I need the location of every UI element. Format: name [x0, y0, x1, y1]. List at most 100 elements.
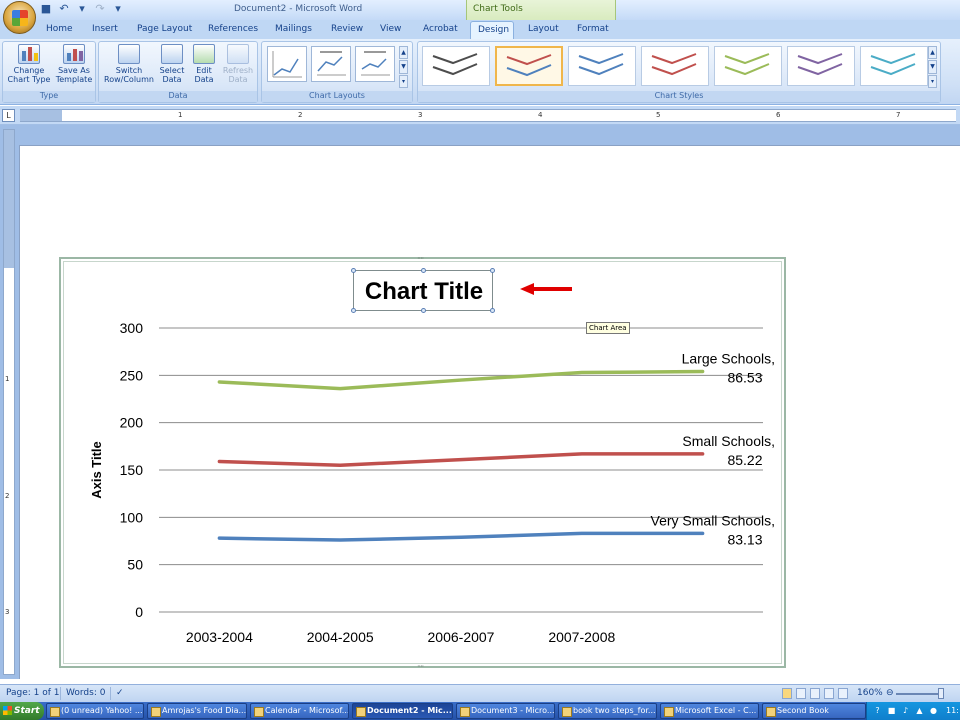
title-handle[interactable] [351, 268, 356, 273]
chart-style-5-thumb[interactable] [714, 46, 782, 86]
taskbar-item[interactable]: Microsoft Excel - C... [660, 703, 759, 719]
select-data-label-1: Select [159, 66, 185, 75]
y-tick-label: 200 [120, 415, 144, 431]
title-handle[interactable] [490, 268, 495, 273]
chart-style-6-thumb[interactable] [787, 46, 855, 86]
title-handle[interactable] [421, 268, 426, 273]
edit-data-button[interactable]: Edit Data [189, 44, 219, 84]
group-data-label: Data [99, 91, 257, 102]
title-handle[interactable] [351, 308, 356, 313]
taskbar-item[interactable]: Document2 - Mic... [352, 703, 453, 719]
start-button[interactable]: Start [0, 702, 44, 720]
quick-access-toolbar: ■ ↶ ▾ ↷ ▾ [40, 3, 124, 15]
security-tray-icon[interactable]: ▲ [915, 706, 924, 715]
chart-tools-label: Chart Tools [473, 4, 523, 14]
styles-scroll-up-icon[interactable]: ▲ [928, 46, 937, 60]
x-tick-label: 2007-2008 [548, 629, 615, 645]
styles-more-icon[interactable]: ▾ [928, 74, 937, 88]
chart-layouts-scroll[interactable]: ▲ ▼ ▾ [399, 46, 408, 88]
taskbar-item[interactable]: Document3 - Micro... [456, 703, 555, 719]
title-handle[interactable] [421, 308, 426, 313]
chart-layout-2-thumb[interactable] [311, 46, 351, 82]
undo-dropdown-icon[interactable]: ▾ [76, 3, 88, 15]
taskbar-item[interactable]: Calendar - Microsof... [250, 703, 349, 719]
red-arrow-annotation [520, 283, 572, 295]
outline-view-icon[interactable] [824, 688, 834, 699]
status-separator [110, 687, 111, 700]
taskbar-item[interactable]: Amrojas's Food Dia... [147, 703, 247, 719]
volume-tray-icon[interactable]: ♪ [901, 706, 910, 715]
taskbar-item[interactable]: Second Book [762, 703, 866, 719]
tab-format[interactable]: Format [577, 24, 609, 34]
scroll-down-icon[interactable]: ▼ [399, 60, 408, 74]
series-line [217, 452, 705, 468]
tab-layout[interactable]: Layout [528, 24, 559, 34]
customize-qat-icon[interactable]: ▾ [112, 3, 124, 15]
vertical-ruler[interactable]: 1 2 3 [3, 129, 15, 675]
scroll-up-icon[interactable]: ▲ [399, 46, 408, 60]
group-type-label: Type [3, 91, 95, 102]
title-handle[interactable] [490, 308, 495, 313]
tab-insert[interactable]: Insert [92, 24, 118, 34]
chart-style-2-thumb[interactable] [495, 46, 563, 86]
chart-title[interactable]: Chart Title [354, 271, 494, 312]
chart-style-7-thumb[interactable] [860, 46, 928, 86]
save-template-icon [63, 44, 85, 64]
chart-style-1-thumb[interactable] [422, 46, 490, 86]
horizontal-ruler[interactable]: 1 2 3 4 5 6 7 [20, 109, 956, 122]
series-line [217, 531, 705, 542]
tab-home[interactable]: Home [46, 24, 73, 34]
page-count[interactable]: Page: 1 of 1 [6, 688, 60, 698]
zoom-out-icon[interactable]: ⊖ [886, 688, 894, 698]
network-tray-icon[interactable]: ■ [887, 706, 896, 715]
switch-row-column-icon [118, 44, 140, 64]
line-chart[interactable]: 0 50 100 150 200 250 300 2003-2004 2004-2005 2006… [59, 257, 786, 668]
taskbar-item[interactable]: book two steps_for... [558, 703, 657, 719]
styles-scroll-down-icon[interactable]: ▼ [928, 60, 937, 74]
zoom-slider[interactable] [896, 693, 940, 695]
chart-styles-scroll[interactable]: ▲ ▼ ▾ [928, 46, 937, 88]
select-data-button[interactable]: Select Data [157, 44, 187, 84]
draft-view-icon[interactable] [838, 688, 848, 699]
word-count[interactable]: Words: 0 [66, 688, 105, 698]
data-label: 83.13 [727, 531, 762, 547]
save-icon[interactable]: ■ [40, 3, 52, 15]
ruler-num: 5 [656, 111, 661, 119]
status-separator [60, 687, 61, 700]
refresh-data-button[interactable]: Refresh Data [221, 44, 255, 84]
office-button[interactable] [3, 1, 36, 34]
change-chart-type-button[interactable]: Change Chart Type [7, 44, 51, 84]
taskbar-item[interactable]: (0 unread) Yahoo! ... [46, 703, 144, 719]
chart-title-box[interactable]: Chart Title [351, 268, 495, 313]
tab-review[interactable]: Review [331, 24, 363, 34]
tab-mailings[interactable]: Mailings [275, 24, 312, 34]
proofing-icon[interactable]: ✓ [116, 688, 124, 698]
help-tray-icon[interactable]: ? [873, 706, 882, 715]
zoom-level[interactable]: 160% [857, 688, 883, 698]
redo-icon[interactable]: ↷ [94, 3, 106, 15]
tab-selector-icon[interactable]: L [2, 109, 15, 122]
chart-layout-1-thumb[interactable] [267, 46, 307, 82]
switch-row-column-button[interactable]: Switch Row/Column [101, 44, 157, 84]
tab-references[interactable]: References [208, 24, 258, 34]
tab-page-layout[interactable]: Page Layout [137, 24, 192, 34]
web-layout-view-icon[interactable] [810, 688, 820, 699]
y-tick-label: 150 [120, 462, 144, 478]
zoom-slider-thumb[interactable] [938, 688, 944, 699]
chart-style-5-icon [724, 53, 770, 76]
chart-style-3-thumb[interactable] [568, 46, 636, 86]
full-screen-reading-view-icon[interactable] [796, 688, 806, 699]
undo-icon[interactable]: ↶ [58, 3, 70, 15]
tab-acrobat[interactable]: Acrobat [423, 24, 458, 34]
tab-view[interactable]: View [380, 24, 401, 34]
chart-style-4-thumb[interactable] [641, 46, 709, 86]
tab-design-label: Design [478, 25, 510, 35]
print-layout-view-icon[interactable] [782, 688, 792, 699]
update-tray-icon[interactable]: ● [929, 706, 938, 715]
vruler-num: 1 [5, 375, 10, 383]
chart-layout-3-thumb[interactable] [355, 46, 395, 82]
more-icon[interactable]: ▾ [399, 74, 408, 88]
tab-design[interactable]: Design [470, 21, 514, 40]
switch-row-column-label-1: Switch [115, 66, 143, 75]
save-as-template-button[interactable]: Save As Template [53, 44, 95, 84]
